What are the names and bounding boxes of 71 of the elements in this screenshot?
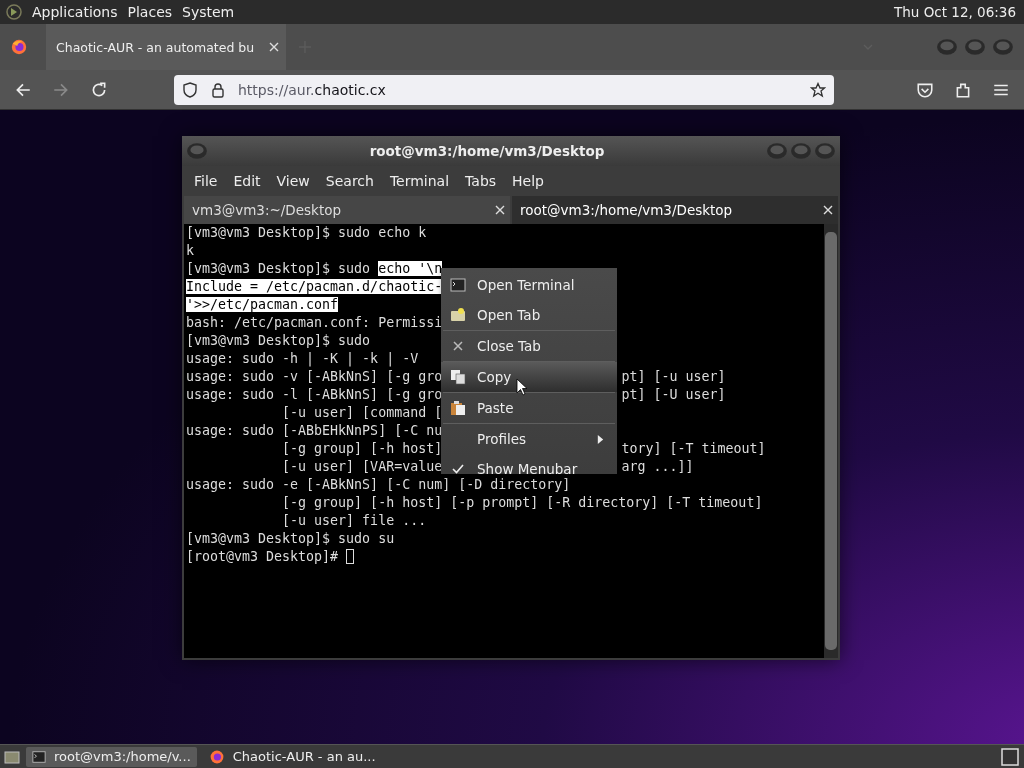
folder-icon [450, 307, 466, 323]
copy-icon [450, 369, 466, 385]
menu-item[interactable]: Show Menubar [441, 454, 617, 474]
panel-menu[interactable]: Places [127, 4, 173, 20]
terminal-text: tory] [-T timeout] [621, 440, 766, 458]
check-icon [452, 463, 464, 474]
terminal-text: [-u user] file ... [281, 513, 427, 528]
menu-item[interactable]: Copy [441, 362, 617, 392]
browser-tab[interactable]: Chaotic-AUR - an automated bu [46, 24, 286, 70]
menu-item[interactable]: Paste [441, 393, 617, 423]
terminal-text: echo '\n [378, 261, 443, 276]
terminal-text: [vm3@vm3 Desktop]$ sudo [186, 333, 371, 348]
menu-item[interactable]: Open Tab [441, 300, 617, 330]
terminal-tab[interactable]: root@vm3:/home/vm3/Desktop [512, 196, 838, 224]
clock[interactable]: Thu Oct 12, 06:36 [894, 4, 1016, 20]
close-icon[interactable] [494, 204, 506, 216]
menu-item[interactable]: Tabs [457, 173, 505, 189]
terminal-tab[interactable]: vm3@vm3:~/Desktop [184, 196, 510, 224]
terminal-text: [-g group] [-h host] [-p prompt] [-R directory] [-T timeout] [281, 495, 763, 510]
terminal-text: arg ...]] [621, 458, 694, 476]
mouse-pointer-icon [516, 378, 528, 396]
terminal-icon [32, 749, 46, 764]
system-logo-icon[interactable] [6, 4, 22, 20]
close-icon[interactable] [822, 204, 834, 216]
terminal-text: usage: sudo -l [-ABkNnS] [-g gro [186, 387, 443, 402]
show-desktop-icon[interactable] [4, 748, 20, 765]
terminal-text: usage: sudo [-ABbEHkNnPS] [-C nu [186, 423, 443, 438]
taskbar-item[interactable]: root@vm3:/home/v... [26, 746, 197, 767]
terminal-text: bash: /etc/pacman.conf: Permissi [186, 315, 443, 330]
url-text: https://aur.chaotic.cx [238, 81, 386, 98]
menu-item[interactable]: Profiles [441, 424, 617, 454]
workspace-switcher-icon[interactable] [1000, 746, 1020, 767]
terminal-text: [root@vm3 Desktop]# [186, 549, 340, 564]
terminal-text: Include = /etc/pacman.d/chaotic- [186, 279, 443, 294]
taskbar-item[interactable]: Chaotic-AUR - an au... [202, 746, 382, 767]
terminal-text: pt] [-u user] [621, 368, 726, 386]
menu-item[interactable]: Help [504, 173, 552, 189]
scrollbar[interactable] [824, 224, 838, 658]
terminal-text: k [186, 243, 194, 258]
terminal-text: '>>/etc/pacman.conf [186, 297, 339, 312]
lock-icon[interactable] [210, 81, 226, 98]
reload-icon[interactable] [90, 80, 108, 99]
star-icon[interactable] [810, 81, 826, 98]
menu-item[interactable]: Close Tab [441, 331, 617, 361]
window-title: root@vm3:/home/vm3/Desktop [369, 143, 605, 159]
menu-item[interactable]: File [186, 173, 226, 189]
terminal-text: [-g group] [-h host] [281, 441, 443, 456]
menu-item[interactable]: View [268, 173, 318, 189]
terminal-text: [-u user] [VAR=value [281, 459, 443, 474]
terminal-text: [-u user] [command [ [281, 405, 443, 420]
terminal-text: [vm3@vm3 Desktop]$ sudo echo k [186, 225, 427, 240]
menu-item[interactable]: Search [317, 173, 382, 189]
submenu-arrow-icon [596, 434, 605, 444]
terminal-text: pt] [-U user] [621, 386, 726, 404]
address-bar[interactable]: https://aur.chaotic.cx [174, 74, 834, 105]
terminal-text: usage: sudo -v [-ABkNnS] [-g gro [186, 369, 443, 384]
terminal-text: usage: sudo -h | -K | -k | -V [186, 351, 419, 366]
terminal-text: [vm3@vm3 Desktop]$ sudo [186, 261, 372, 276]
terminal-text: usage: sudo -e [-ABkNnS] [-C num] [-D directory] [186, 477, 571, 492]
close-icon[interactable] [268, 41, 280, 53]
terminal-text: [vm3@vm3 Desktop]$ sudo su [186, 531, 395, 546]
shield-icon[interactable] [182, 81, 198, 98]
menu-item[interactable]: Terminal [381, 173, 458, 189]
menu-item[interactable]: Edit [225, 173, 269, 189]
clipboard-icon [450, 400, 466, 416]
menu-item[interactable]: Open Terminal [441, 270, 617, 300]
firefox-logo-icon [208, 748, 225, 765]
panel-menu[interactable]: System [182, 4, 235, 20]
panel-menu[interactable]: Applications [32, 4, 118, 20]
firefox-logo-icon [10, 38, 28, 56]
terminal-icon [450, 277, 466, 293]
